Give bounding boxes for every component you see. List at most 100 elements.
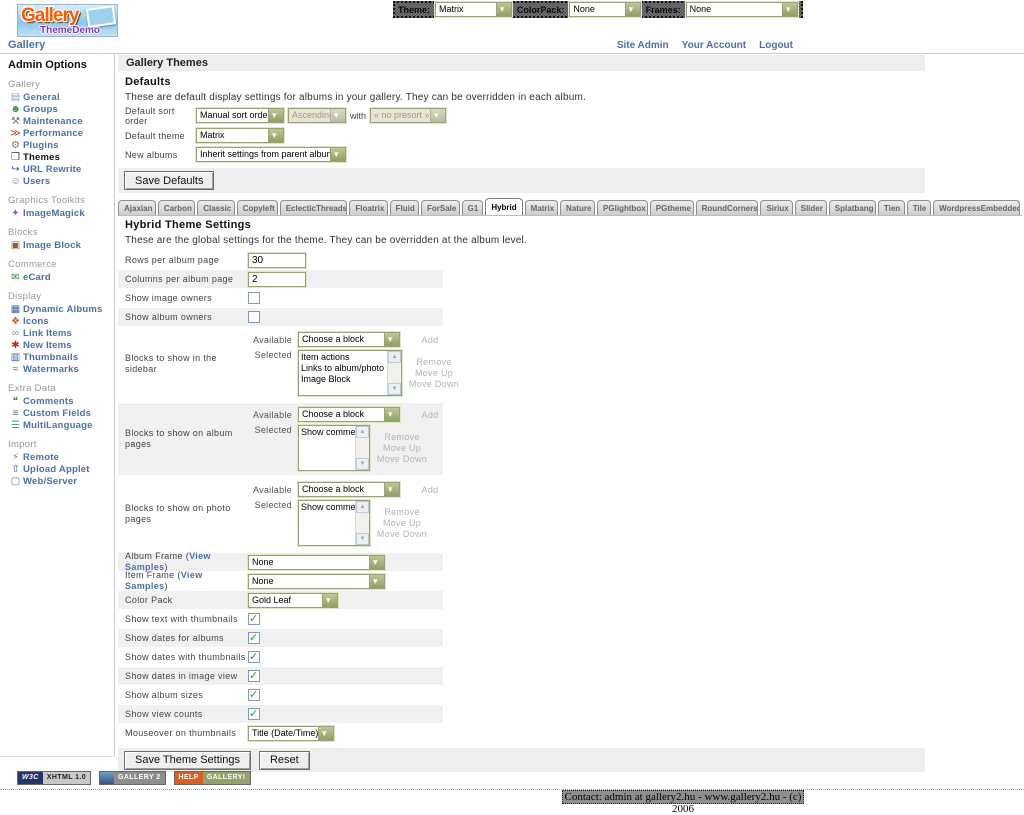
sidebar-item-groups[interactable]: ☻Groups [8, 104, 114, 115]
move-down-button[interactable]: Move Down [370, 529, 434, 540]
tab-ajaxian[interactable]: Ajaxian [118, 200, 156, 215]
choose-block-select[interactable]: Choose a block [298, 407, 400, 422]
sidebar-item-remote[interactable]: ⚡Remote [8, 452, 114, 463]
select[interactable]: None [248, 574, 385, 589]
sidebar-item-web-server[interactable]: ▢Web/Server [8, 476, 114, 487]
add-button[interactable]: Add [400, 335, 460, 345]
tab-floatrix[interactable]: Floatrix [349, 200, 387, 215]
selected-listbox[interactable]: Show comments [298, 500, 370, 546]
default-sort-order-select[interactable]: Manual sort order [196, 108, 284, 123]
move-up-button[interactable]: Move Up [402, 368, 466, 379]
sidebar-item-upload-applet[interactable]: ⇧Upload Applet [8, 464, 114, 475]
logout-link[interactable]: Logout [759, 40, 793, 51]
tab-matrix[interactable]: Matrix [525, 200, 558, 215]
listbox-option[interactable]: Show comments [301, 502, 355, 513]
sidebar-item-icons[interactable]: ❖Icons [8, 316, 114, 327]
tab-classic[interactable]: Classic [197, 200, 234, 215]
text-input[interactable] [248, 253, 306, 268]
tab-copyleft[interactable]: Copyleft [237, 200, 278, 215]
sidebar-item-link-items[interactable]: ∞Link Items [8, 328, 114, 339]
select[interactable]: None [248, 555, 385, 570]
sidebar-item-image-block[interactable]: ▣Image Block [8, 240, 114, 251]
move-down-button[interactable]: Move Down [370, 454, 434, 465]
listbox-option[interactable]: Links to album/photo peers [301, 363, 387, 374]
sidebar-item-general[interactable]: ▤General [8, 92, 114, 103]
tab-wordpressembedded[interactable]: WordpressEmbedded [933, 200, 1020, 215]
select[interactable]: Title (Date/Time) [248, 726, 334, 741]
checkbox[interactable] [248, 632, 260, 644]
checkbox[interactable] [248, 651, 260, 663]
add-button[interactable]: Add [400, 485, 460, 495]
sidebar-item-performance[interactable]: ≫Performance [8, 128, 114, 139]
tab-g1[interactable]: G1 [462, 200, 484, 215]
help-gallery-badge[interactable]: HELP GALLERY! [174, 771, 251, 785]
remove-button[interactable]: Remove [370, 507, 434, 518]
scroll-up-icon[interactable] [356, 426, 369, 438]
tab-forsale[interactable]: ForSale [421, 200, 460, 215]
sidebar-item-custom-fields[interactable]: ≡Custom Fields [8, 408, 114, 419]
listbox-scrollbar[interactable] [387, 351, 401, 395]
sidebar-item-users[interactable]: ☺Users [8, 176, 114, 187]
selected-listbox[interactable]: Item actionsLinks to album/photo peersIm… [298, 350, 402, 396]
gallery-logo[interactable]: Gallery ThemeDemo [17, 4, 118, 37]
tab-eclecticthreads[interactable]: EclecticThreads [280, 200, 348, 215]
tab-splatbang[interactable]: Splatbang [829, 200, 876, 215]
breadcrumb-gallery-link[interactable]: Gallery [8, 39, 45, 51]
listbox-option[interactable]: Image Block [301, 374, 387, 385]
text-input[interactable] [248, 272, 306, 287]
move-up-button[interactable]: Move Up [370, 443, 434, 454]
move-up-button[interactable]: Move Up [370, 518, 434, 529]
checkbox[interactable] [248, 689, 260, 701]
gallery2-badge[interactable]: GALLERY 2 [99, 771, 166, 785]
listbox-scrollbar[interactable] [355, 426, 369, 470]
sidebar-item-url-rewrite[interactable]: ↪URL Rewrite [8, 164, 114, 175]
checkbox[interactable] [248, 670, 260, 682]
scroll-down-icon[interactable] [356, 533, 369, 545]
listbox-option[interactable]: Item actions [301, 352, 387, 363]
theme-select[interactable]: Matrix [435, 2, 512, 17]
sidebar-item-watermarks[interactable]: ≈Watermarks [8, 364, 114, 375]
sidebar-item-maintenance[interactable]: ⚒Maintenance [8, 116, 114, 127]
tab-pgtheme[interactable]: PGtheme [650, 200, 694, 215]
tab-siriux[interactable]: Siriux [760, 200, 792, 215]
tab-fluid[interactable]: Fluid [390, 200, 419, 215]
tab-carbon[interactable]: Carbon [158, 200, 195, 215]
scroll-up-icon[interactable] [388, 351, 401, 363]
sidebar-item-ecard[interactable]: ✉eCard [8, 272, 114, 283]
checkbox[interactable] [248, 613, 260, 625]
tab-hybrid[interactable]: Hybrid [485, 198, 522, 216]
move-down-button[interactable]: Move Down [402, 379, 466, 390]
remove-button[interactable]: Remove [370, 432, 434, 443]
checkbox[interactable] [248, 708, 260, 720]
tab-roundcorners[interactable]: RoundCorners [696, 200, 759, 215]
your-account-link[interactable]: Your Account [682, 40, 746, 51]
choose-block-select[interactable]: Choose a block [298, 482, 400, 497]
choose-block-select[interactable]: Choose a block [298, 332, 400, 347]
sidebar-item-thumbnails[interactable]: ▥Thumbnails [8, 352, 114, 363]
sidebar-item-comments[interactable]: ❝Comments [8, 396, 114, 407]
tab-tien[interactable]: Tien [878, 200, 905, 215]
sidebar-item-new-items[interactable]: ✱New Items [8, 340, 114, 351]
site-admin-link[interactable]: Site Admin [617, 40, 669, 51]
add-button[interactable]: Add [400, 410, 460, 420]
w3c-xhtml-badge[interactable]: W3C XHTML 1.0 [17, 771, 91, 785]
select[interactable]: Gold Leaf [248, 593, 338, 608]
default-theme-select[interactable]: Matrix [196, 128, 284, 143]
tab-slider[interactable]: Slider [795, 200, 827, 215]
sidebar-item-dynamic-albums[interactable]: ▦Dynamic Albums [8, 304, 114, 315]
save-theme-settings-button[interactable]: Save Theme Settings [124, 751, 251, 770]
frames-select[interactable]: None [686, 2, 798, 17]
checkbox[interactable] [248, 292, 260, 304]
save-defaults-button[interactable]: Save Defaults [124, 171, 214, 190]
scroll-down-icon[interactable] [388, 383, 401, 395]
sidebar-item-imagemagick[interactable]: ✦ImageMagick [8, 208, 114, 219]
listbox-scrollbar[interactable] [355, 501, 369, 545]
scroll-up-icon[interactable] [356, 501, 369, 513]
sidebar-item-plugins[interactable]: ⚙Plugins [8, 140, 114, 151]
listbox-option[interactable]: Show comments [301, 427, 355, 438]
tab-pglightbox[interactable]: PGlightbox [597, 200, 648, 215]
tab-tile[interactable]: Tile [907, 200, 931, 215]
reset-button[interactable]: Reset [259, 751, 310, 770]
sidebar-item-multilanguage[interactable]: ☰MultiLanguage [8, 420, 114, 431]
remove-button[interactable]: Remove [402, 357, 466, 368]
